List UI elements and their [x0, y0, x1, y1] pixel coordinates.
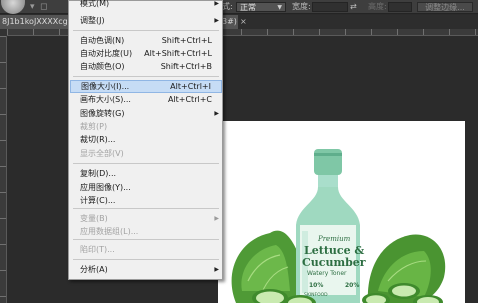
menu-item-label: 变量(B): [80, 214, 108, 223]
label-percent-right: 20%: [345, 282, 359, 289]
menu-item-auto-color[interactable]: 自动颜色(O) Shift+Ctrl+B: [70, 60, 222, 73]
toner-bottle: [296, 149, 360, 303]
tool-preset-icon[interactable]: ▾: [30, 1, 35, 13]
submenu-arrow-icon: ▶: [214, 215, 219, 222]
menu-separator: [73, 30, 219, 31]
height-label: 高度:: [368, 2, 387, 11]
menu-separator: [73, 239, 219, 240]
label-brand: SKINFOOD: [304, 292, 328, 298]
menu-separator: [73, 208, 219, 209]
product-photo: Premium Lettuce & Cucumber Watery Toner …: [231, 149, 446, 303]
menu-item-shortcut: Shift+Ctrl+L: [161, 36, 212, 45]
mode-select-value: 正常: [240, 3, 256, 12]
vertical-ruler[interactable]: [0, 36, 7, 303]
menu-item-shortcut: Alt+Ctrl+I: [170, 82, 211, 91]
width-field[interactable]: [312, 2, 348, 12]
menu-item-label: 陷印(T)...: [80, 245, 115, 254]
document-canvas[interactable]: Premium Lettuce & Cucumber Watery Toner …: [218, 121, 465, 303]
image-menu-dropdown: 模式(M) ▶ 调整(J) ▶ 自动色调(N) Shift+Ctrl+L 自动对比度(U) A…: [68, 0, 223, 280]
menu-item-auto-contrast[interactable]: 自动对比度(U) Alt+Shift+Ctrl+L: [70, 47, 222, 60]
menu-item-crop[interactable]: 裁剪(P): [70, 120, 222, 133]
menu-separator: [73, 76, 219, 77]
menu-item-label: 模式(M): [80, 0, 110, 8]
close-tab-icon[interactable]: ×: [240, 15, 247, 29]
menu-item-shortcut: Alt+Shift+Ctrl+L: [144, 49, 212, 58]
width-label: 宽度:: [292, 2, 311, 11]
menu-item-auto-tone[interactable]: 自动色调(N) Shift+Ctrl+L: [70, 34, 222, 47]
menu-item-adjust[interactable]: 调整(J) ▶: [70, 14, 222, 27]
menu-item-reveal-all[interactable]: 显示全部(V): [70, 147, 222, 160]
submenu-arrow-icon: ▶: [214, 0, 219, 7]
menu-item-canvas-size[interactable]: 画布大小(S)... Alt+Ctrl+C: [70, 93, 222, 106]
menu-separator: [73, 259, 219, 260]
label-line-4: Watery Toner: [307, 270, 347, 277]
menu-item-label: 图像旋转(G): [80, 109, 125, 118]
menu-item-label: 计算(C)...: [80, 196, 116, 205]
submenu-arrow-icon: ▶: [214, 110, 219, 117]
menu-item-duplicate[interactable]: 复制(D)...: [70, 167, 222, 180]
ruler-corner: [0, 29, 7, 36]
refine-edge-button[interactable]: 调整边缘...: [417, 2, 473, 12]
menu-item-apply-data-set[interactable]: 应用数据组(L)...: [70, 225, 222, 238]
photoshop-logo-icon[interactable]: [1, 0, 25, 14]
chevron-down-icon: ▼: [277, 4, 282, 11]
label-percent-left: 10%: [309, 282, 323, 289]
menu-item-variables[interactable]: 变量(B) ▶: [70, 212, 222, 225]
menu-item-image-rotation[interactable]: 图像旋转(G) ▶: [70, 107, 222, 120]
menu-item-label: 分析(A): [80, 265, 108, 274]
swap-icon[interactable]: ⇄: [350, 2, 357, 12]
menu-item-trim[interactable]: 裁切(R)...: [70, 133, 222, 146]
menu-item-label: 裁剪(P): [80, 122, 108, 131]
document-tab-suffix: 3#): [222, 17, 237, 26]
menu-item-image-size[interactable]: 图像大小(I)... Alt+Ctrl+I: [70, 80, 222, 93]
selection-mode-icon[interactable]: ◻: [40, 1, 47, 13]
menu-separator: [73, 163, 219, 164]
menu-item-label: 自动色调(N): [80, 36, 125, 45]
menu-item-analysis[interactable]: 分析(A) ▶: [70, 263, 222, 276]
menu-item-label: 调整(J): [80, 16, 105, 25]
menu-item-trap[interactable]: 陷印(T)...: [70, 243, 222, 256]
menu-item-label: 应用图像(Y)...: [80, 183, 131, 192]
menu-item-label: 裁切(R)...: [80, 135, 116, 144]
height-field[interactable]: [388, 2, 412, 12]
label-line-3: Cucumber: [302, 256, 366, 269]
menu-item-label: 自动对比度(U): [80, 49, 133, 58]
submenu-arrow-icon: ▶: [214, 17, 219, 24]
submenu-arrow-icon: ▶: [214, 266, 219, 273]
menu-item-shortcut: Alt+Ctrl+C: [167, 95, 212, 104]
menu-item-shortcut: Shift+Ctrl+B: [160, 62, 212, 71]
menu-item-label: 图像大小(I)...: [81, 82, 130, 91]
menu-item-apply-image[interactable]: 应用图像(Y)...: [70, 181, 222, 194]
menu-item-calculations[interactable]: 计算(C)...: [70, 194, 222, 207]
menu-item-label: 复制(D)...: [80, 169, 117, 178]
menu-item-mode[interactable]: 模式(M) ▶: [70, 0, 222, 10]
menu-item-label: 画布大小(S)...: [80, 95, 131, 104]
mode-select[interactable]: 正常 ▼: [236, 2, 286, 12]
label-line-1: Premium: [317, 235, 351, 243]
menu-item-label: 应用数据组(L)...: [80, 227, 139, 236]
menu-item-label: 显示全部(V): [80, 149, 124, 158]
menu-item-label: 自动颜色(O): [80, 62, 125, 71]
